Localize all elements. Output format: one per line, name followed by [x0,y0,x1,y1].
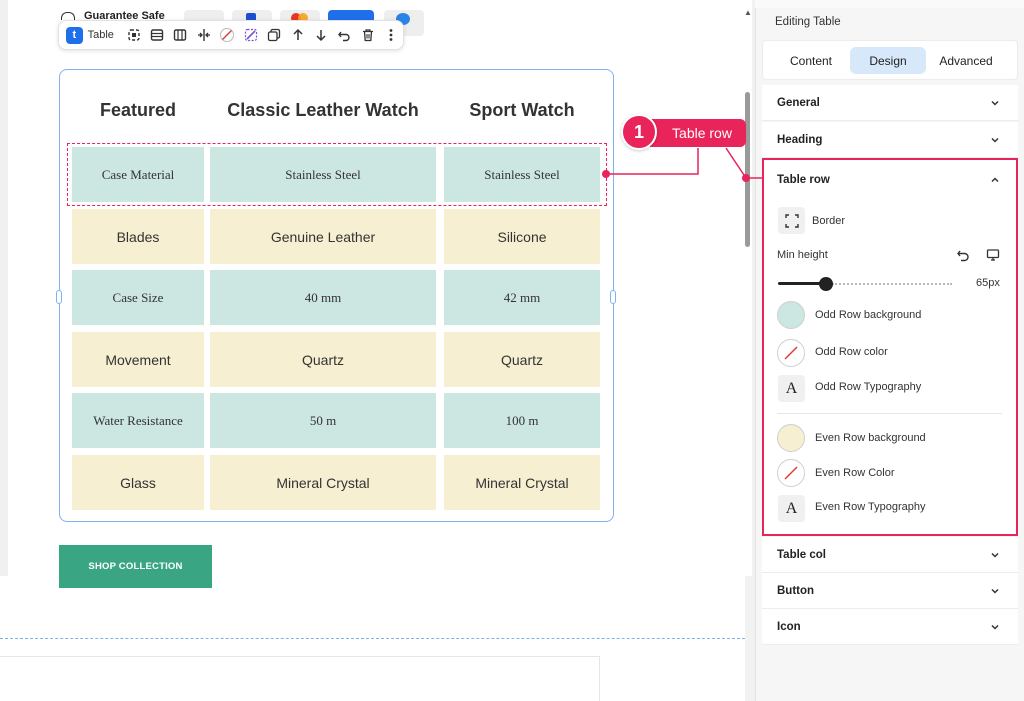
accordion-button-label: Button [777,585,815,597]
min-height-slider-track[interactable] [832,283,952,285]
table-cell[interactable]: Blades [72,209,204,264]
editor-root: ▲ Guarantee Safe t Table Featured Classi… [0,0,1024,701]
undo-icon[interactable] [333,23,356,47]
odd-row-background-label: Odd Row background [815,309,922,321]
typography-icon[interactable]: A [778,495,805,522]
even-row-color-swatch[interactable] [777,459,805,487]
widget-toolbar: t Table [58,20,404,50]
section-divider [0,638,745,639]
min-height-slider-thumb[interactable] [819,277,833,291]
chevron-down-icon[interactable] [989,134,1001,146]
odd-row-typography-label: Odd Row Typography [815,381,922,393]
even-row-color-label: Even Row Color [815,467,895,479]
copy-style-icon[interactable] [122,23,145,47]
table-cell[interactable]: Case Size [72,270,204,325]
accordion-table-col-label: Table col [777,549,826,561]
divider [777,413,1002,414]
accordion-table-row-label[interactable]: Table row [777,174,830,186]
table-cell[interactable]: Glass [72,455,204,510]
resize-handle-left[interactable] [56,290,62,304]
table-cell[interactable]: Mineral Crystal [444,455,600,510]
scroll-up-arrow-icon[interactable]: ▲ [742,8,754,18]
panel-title: Editing Table [775,16,841,28]
accordion-heading-label: Heading [777,134,823,146]
no-color-icon [784,466,798,480]
tab-design[interactable]: Design [850,47,926,74]
resize-handle-right[interactable] [610,290,616,304]
table-header-cell[interactable]: Featured [72,100,204,121]
table-cell[interactable]: 100 m [444,393,600,448]
border-label[interactable]: Border [812,215,845,227]
even-row-background-label: Even Row background [815,432,926,444]
columns-icon[interactable] [169,23,192,47]
border-icon[interactable] [778,207,805,234]
arrow-down-icon[interactable] [309,23,332,47]
duplicate-icon[interactable] [262,23,285,47]
canvas-scrollbar[interactable] [745,92,750,247]
more-icon[interactable] [380,23,403,47]
odd-row-background-swatch[interactable] [777,301,805,329]
table-header-cell[interactable]: Sport Watch [444,100,600,121]
even-row-background-swatch[interactable] [777,424,805,452]
top-strip [755,0,1024,8]
chevron-down-icon[interactable] [989,585,1001,597]
canvas-gutter [0,0,8,576]
no-color-icon[interactable] [216,23,239,47]
chevron-down-icon[interactable] [989,621,1001,633]
table-cell[interactable]: Water Resistance [72,393,204,448]
desktop-icon[interactable] [986,248,1000,262]
min-height-label: Min height [777,249,828,261]
table-cell[interactable]: 40 mm [210,270,436,325]
reset-icon[interactable] [956,248,970,262]
tab-advanced[interactable]: Advanced [930,47,1002,74]
typography-icon[interactable]: A [778,375,805,402]
even-row-typography-label: Even Row Typography [815,501,926,513]
accordion-icon-label: Icon [777,621,801,633]
toolbar-widget-label[interactable]: Table [88,29,114,41]
rows-icon[interactable] [145,23,168,47]
callout-number-badge: 1 [621,114,657,150]
table-header-cell[interactable]: Classic Leather Watch [210,100,436,121]
chevron-up-icon[interactable] [989,174,1001,186]
odd-row-color-label: Odd Row color [815,346,888,358]
table-cell[interactable]: Quartz [444,332,600,387]
table-cell[interactable]: Mineral Crystal [210,455,436,510]
tab-content[interactable]: Content [775,47,847,74]
table-row-highlight [67,143,607,206]
table-cell[interactable]: Silicone [444,209,600,264]
table-cell[interactable]: 42 mm [444,270,600,325]
shield-icon [61,12,75,20]
table-cell[interactable]: Genuine Leather [210,209,436,264]
chevron-down-icon[interactable] [989,549,1001,561]
table-cell[interactable]: 50 m [210,393,436,448]
table-cell[interactable]: Movement [72,332,204,387]
accordion-general-label: General [777,97,820,109]
shop-collection-button[interactable]: SHOP COLLECTION [59,545,212,588]
callout-label: Table row [650,119,746,147]
magic-icon[interactable] [239,23,262,47]
odd-row-color-swatch[interactable] [777,339,805,367]
no-color-icon [784,346,798,360]
split-icon[interactable] [192,23,215,47]
next-section-box [0,656,600,701]
min-height-value: 65px [976,277,1000,289]
table-cell[interactable]: Quartz [210,332,436,387]
trash-icon[interactable] [356,23,379,47]
arrow-up-icon[interactable] [286,23,309,47]
table-widget-icon[interactable]: t [66,26,83,44]
chevron-down-icon[interactable] [989,97,1001,109]
